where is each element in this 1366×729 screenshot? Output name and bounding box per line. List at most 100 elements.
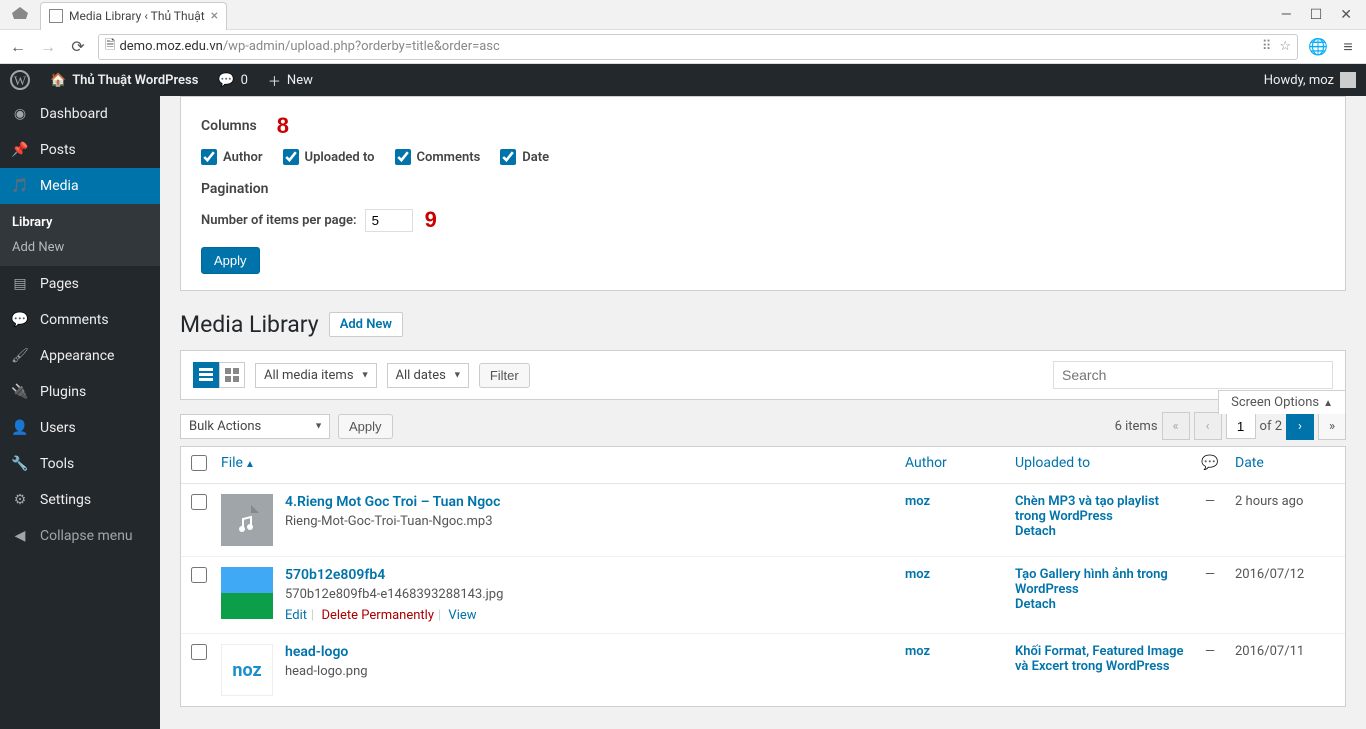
columns-label: Columns (201, 118, 257, 134)
sidebar-item-posts[interactable]: 📌Posts (0, 132, 160, 168)
submenu-add-new[interactable]: Add New (0, 235, 160, 260)
filter-button[interactable]: Filter (479, 363, 530, 388)
add-new-button[interactable]: Add New (329, 312, 403, 337)
list-view-toggle[interactable] (193, 362, 219, 388)
page-icon: 🗎 (105, 36, 115, 58)
screen-options-panel: Columns8 Author Uploaded to Comments Dat… (180, 96, 1346, 291)
media-type-select[interactable]: All media items (255, 363, 377, 388)
checkbox[interactable] (500, 149, 516, 165)
row-checkbox[interactable] (191, 644, 207, 660)
home-icon: 🏠 (50, 73, 66, 88)
howdy[interactable]: Howdy, moz (1264, 72, 1366, 88)
col-uploaded[interactable]: Uploaded to (1015, 455, 1185, 475)
media-title[interactable]: 4.Rieng Mot Goc Troi – Tuan Ngoc (285, 494, 500, 510)
new-link[interactable]: ＋ New (258, 64, 323, 96)
select-all-checkbox[interactable] (191, 455, 207, 471)
media-filename: 570b12e809fb4-e1468393288143.jpg (285, 587, 503, 602)
col-file[interactable]: File▲ (221, 455, 905, 475)
prev-page-button[interactable]: ‹ (1194, 412, 1222, 440)
wp-adminbar: W 🏠 Thủ Thuật WordPress 💬 0 ＋ New Howdy,… (0, 64, 1366, 96)
table-row: noz head-logo head-logo.png moz Khối For… (181, 634, 1345, 706)
menu-icon[interactable]: ≡ (1338, 37, 1358, 57)
sidebar-item-comments[interactable]: 💬Comments (0, 302, 160, 338)
dashboard-icon: ◉ (10, 104, 30, 124)
chevron-up-icon: ▲ (1323, 398, 1333, 409)
next-page-button[interactable]: › (1286, 412, 1314, 440)
apply-button[interactable]: Apply (201, 247, 260, 274)
items-per-page-input[interactable] (365, 209, 413, 232)
sidebar-item-plugins[interactable]: 🔌Plugins (0, 374, 160, 410)
uploaded-to-link[interactable]: Khối Format, Featured Image và Excert tr… (1015, 644, 1184, 674)
window-controls: — ☐ ✕ (1281, 7, 1366, 23)
search-input[interactable] (1053, 361, 1333, 389)
comments-link[interactable]: 💬 0 (208, 64, 258, 96)
wp-logo[interactable]: W (0, 64, 40, 96)
col-comments[interactable]: 💬 (1185, 455, 1235, 475)
forward-icon[interactable]: → (38, 37, 58, 57)
checkbox[interactable] (283, 149, 299, 165)
comments-count: — (1185, 644, 1235, 696)
row-checkbox[interactable] (191, 567, 207, 583)
wrench-icon: 🔧 (10, 454, 30, 474)
site-link[interactable]: 🏠 Thủ Thuật WordPress (40, 64, 208, 96)
current-page-input[interactable] (1226, 413, 1256, 439)
star-icon[interactable]: ☆ (1279, 39, 1291, 54)
sidebar-item-media[interactable]: 🎵Media (0, 168, 160, 204)
back-icon[interactable]: ← (8, 37, 28, 57)
tab-close-icon[interactable]: × (211, 8, 218, 24)
author-link[interactable]: moz (905, 567, 1015, 623)
uploaded-to-link[interactable]: Chèn MP3 và tạo playlist trong WordPress (1015, 494, 1159, 524)
col-date-checkbox[interactable]: Date (500, 149, 549, 165)
url-host: demo.moz.edu.vn (119, 39, 222, 54)
url-input[interactable]: 🗎 demo.moz.edu.vn/wp-admin/upload.php?or… (98, 34, 1298, 60)
sidebar-item-pages[interactable]: ▤Pages (0, 266, 160, 302)
sidebar-item-tools[interactable]: 🔧Tools (0, 446, 160, 482)
close-window-icon[interactable]: ✕ (1340, 7, 1352, 23)
detach-link[interactable]: Detach (1015, 597, 1185, 612)
first-page-button[interactable]: « (1162, 412, 1190, 440)
sidebar-item-users[interactable]: 👤Users (0, 410, 160, 446)
maximize-icon[interactable]: ☐ (1310, 7, 1323, 23)
globe-icon[interactable]: 🌐 (1308, 37, 1328, 56)
minimize-icon[interactable]: — (1281, 7, 1292, 23)
col-comments-checkbox[interactable]: Comments (395, 149, 481, 165)
sidebar-item-label: Posts (40, 142, 76, 158)
col-uploaded-checkbox[interactable]: Uploaded to (283, 149, 375, 165)
user-icon: 👤 (10, 418, 30, 438)
bulk-apply-button[interactable]: Apply (338, 414, 393, 439)
media-filename: head-logo.png (285, 664, 368, 679)
grid-view-toggle[interactable] (219, 362, 245, 388)
table-header: File▲ Author Uploaded to 💬 Date (181, 447, 1345, 484)
author-link[interactable]: moz (905, 494, 1015, 546)
delete-link[interactable]: Delete Permanently (321, 608, 434, 623)
col-author-checkbox[interactable]: Author (201, 149, 263, 165)
view-link[interactable]: View (448, 608, 476, 623)
date-select[interactable]: All dates (387, 363, 469, 388)
media-title[interactable]: head-logo (285, 644, 368, 660)
collapse-menu[interactable]: ◀Collapse menu (0, 518, 160, 554)
row-checkbox[interactable] (191, 494, 207, 510)
toggle-label: Screen Options (1231, 395, 1319, 410)
checkbox[interactable] (395, 149, 411, 165)
checkbox-label: Uploaded to (305, 150, 375, 165)
page-icon: ▤ (10, 274, 30, 294)
last-page-button[interactable]: » (1318, 412, 1346, 440)
col-author[interactable]: Author (905, 455, 1015, 475)
col-date[interactable]: Date (1235, 455, 1335, 475)
edit-link[interactable]: Edit (285, 608, 307, 623)
bulk-actions-select[interactable]: Bulk Actions (180, 414, 330, 439)
media-title[interactable]: 570b12e809fb4 (285, 567, 503, 583)
screen-options-toggle[interactable]: Screen Options ▲ (1218, 390, 1346, 414)
checkbox[interactable] (201, 149, 217, 165)
author-link[interactable]: moz (905, 644, 1015, 696)
browser-tab[interactable]: Media Library ‹ Thủ Thuật × (40, 2, 227, 30)
sidebar-item-settings[interactable]: ⚙Settings (0, 482, 160, 518)
uploaded-to-link[interactable]: Tạo Gallery hình ảnh trong WordPress (1015, 567, 1168, 597)
detach-link[interactable]: Detach (1015, 524, 1185, 539)
sidebar-item-dashboard[interactable]: ◉Dashboard (0, 96, 160, 132)
submenu-library[interactable]: Library (0, 210, 160, 235)
translate-icon[interactable]: ⠿ (1262, 39, 1272, 54)
sidebar-item-appearance[interactable]: 🖌Appearance (0, 338, 160, 374)
incognito-icon (0, 1, 40, 29)
reload-icon[interactable]: ⟳ (68, 37, 88, 56)
